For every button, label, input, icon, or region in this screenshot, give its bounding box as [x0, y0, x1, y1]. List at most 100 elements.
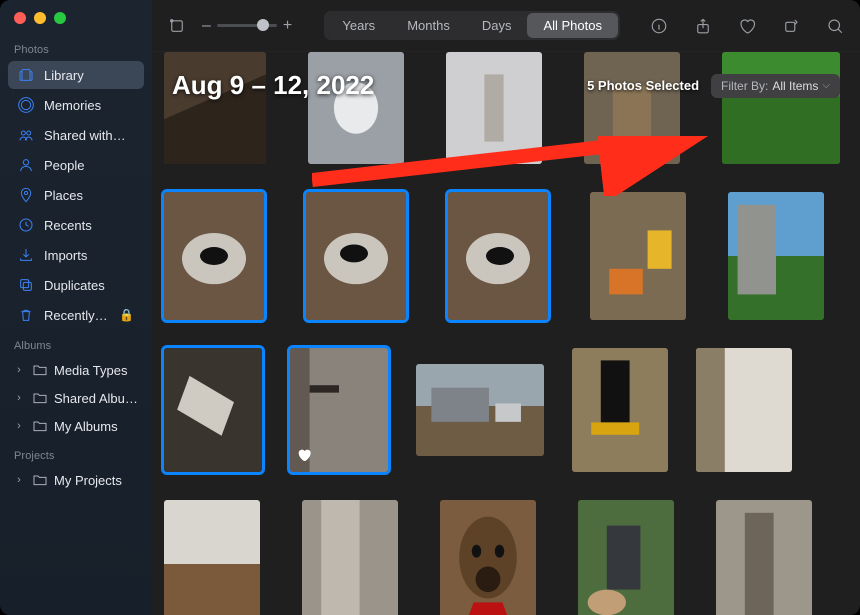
sidebar-section-albums-header: Albums [0, 330, 152, 356]
folder-icon [32, 418, 48, 434]
sidebar-item-shared-with-you[interactable]: Shared with… [8, 121, 144, 149]
photo-thumbnail[interactable] [590, 192, 686, 320]
sidebar-item-label: Places [44, 188, 134, 203]
info-icon[interactable] [644, 11, 674, 41]
close-window-button[interactable] [14, 12, 26, 24]
photo-thumbnail[interactable] [578, 500, 674, 615]
photo-thumbnail[interactable] [716, 500, 812, 615]
photo-thumbnail[interactable] [164, 500, 260, 615]
sidebar: Photos Library Memories Shared with… Peo… [0, 0, 152, 615]
library-icon [18, 67, 34, 83]
sidebar-item-people[interactable]: People [8, 151, 144, 179]
share-icon[interactable] [688, 11, 718, 41]
photo-thumbnail[interactable] [290, 348, 388, 472]
chevron-down-icon: ⌵ [822, 80, 830, 91]
sidebar-item-label: My Albums [54, 419, 118, 434]
photo-thumbnail[interactable] [722, 52, 840, 164]
zoom-plus[interactable]: + [283, 17, 292, 35]
filter-label: Filter By: [721, 79, 768, 93]
duplicates-icon [18, 277, 34, 293]
photo-thumbnail[interactable] [696, 348, 792, 472]
photo-thumbnail[interactable] [448, 192, 548, 320]
photo-thumbnail[interactable] [308, 52, 404, 164]
people-icon [18, 157, 34, 173]
header-right: 5 Photos Selected Filter By: All Items ⌵ [587, 74, 840, 98]
sidebar-item-shared-albums[interactable]: › Shared Albu… [10, 385, 142, 411]
slider-knob[interactable] [257, 19, 269, 31]
photos-app-window: Photos Library Memories Shared with… Peo… [0, 0, 860, 615]
chevron-right-icon: › [14, 392, 24, 404]
folder-icon [32, 472, 48, 488]
sidebar-item-places[interactable]: Places [8, 181, 144, 209]
sidebar-item-label: Shared with… [44, 128, 134, 143]
sidebar-item-label: Imports [44, 248, 134, 263]
recents-icon [18, 217, 34, 233]
trash-icon [18, 307, 34, 323]
places-icon [18, 187, 34, 203]
shared-icon [18, 127, 34, 143]
search-icon[interactable] [820, 11, 850, 41]
view-segmented-control: Years Months Days All Photos [324, 11, 620, 40]
sidebar-section-photos-header: Photos [0, 34, 152, 60]
photo-thumbnail[interactable] [572, 348, 668, 472]
toolbar-right [644, 11, 850, 41]
sidebar-item-label: Duplicates [44, 278, 134, 293]
favorite-heart-icon [296, 447, 312, 468]
sidebar-item-label: Recents [44, 218, 134, 233]
photo-thumbnail[interactable] [306, 192, 406, 320]
filter-button[interactable]: Filter By: All Items ⌵ [711, 74, 840, 98]
folder-icon [32, 390, 48, 406]
minimize-window-button[interactable] [34, 12, 46, 24]
sidebar-item-library[interactable]: Library [8, 61, 144, 89]
sidebar-item-label: People [44, 158, 134, 173]
photo-thumbnail[interactable] [728, 192, 824, 320]
photo-thumbnail[interactable] [302, 500, 398, 615]
photo-thumbnail[interactable] [440, 500, 536, 615]
tab-all-photos[interactable]: All Photos [527, 13, 618, 38]
sidebar-item-recents[interactable]: Recents [8, 211, 144, 239]
main-content: – + Years Months Days All Photos A [152, 0, 860, 615]
slider-track[interactable] [217, 24, 277, 27]
sidebar-item-label: Media Types [54, 363, 127, 378]
toolbar: – + Years Months Days All Photos [152, 0, 860, 52]
window-controls [0, 0, 152, 34]
sidebar-item-media-types[interactable]: › Media Types [10, 357, 142, 383]
photo-thumbnail[interactable] [164, 52, 266, 164]
filter-value: All Items [772, 79, 818, 93]
sidebar-item-label: Recently… [44, 308, 109, 323]
sidebar-item-duplicates[interactable]: Duplicates [8, 271, 144, 299]
chevron-right-icon: › [14, 474, 24, 486]
sidebar-item-memories[interactable]: Memories [8, 91, 144, 119]
lock-icon: 🔒 [119, 308, 134, 322]
fullscreen-window-button[interactable] [54, 12, 66, 24]
sidebar-item-label: My Projects [54, 473, 122, 488]
sidebar-item-recently-deleted[interactable]: Recently… 🔒 [8, 301, 144, 329]
photo-thumbnail[interactable] [446, 52, 542, 164]
sidebar-item-my-albums[interactable]: › My Albums [10, 413, 142, 439]
sidebar-section-projects-header: Projects [0, 440, 152, 466]
zoom-minus[interactable]: – [202, 17, 211, 35]
selection-count: 5 Photos Selected [587, 78, 699, 93]
tab-days[interactable]: Days [466, 13, 528, 38]
favorite-icon[interactable] [732, 11, 762, 41]
sidebar-item-label: Shared Albu… [54, 391, 138, 406]
folder-icon [32, 362, 48, 378]
chevron-right-icon: › [14, 364, 24, 376]
photo-grid [152, 52, 860, 615]
imports-icon [18, 247, 34, 263]
sidebar-item-imports[interactable]: Imports [8, 241, 144, 269]
chevron-right-icon: › [14, 420, 24, 432]
photo-gallery: Aug 9 – 12, 2022 5 Photos Selected Filte… [152, 52, 860, 615]
rotate-icon[interactable] [776, 11, 806, 41]
aspect-crop-icon[interactable] [162, 11, 192, 41]
zoom-slider[interactable]: – + [202, 17, 292, 35]
photo-thumbnail[interactable] [164, 192, 264, 320]
photo-thumbnail[interactable] [164, 348, 262, 472]
tab-months[interactable]: Months [391, 13, 466, 38]
photo-thumbnail[interactable] [584, 52, 680, 164]
sidebar-item-my-projects[interactable]: › My Projects [10, 467, 142, 493]
memories-icon [18, 97, 34, 113]
sidebar-item-label: Library [44, 68, 134, 83]
tab-years[interactable]: Years [326, 13, 391, 38]
photo-thumbnail[interactable] [416, 364, 544, 456]
